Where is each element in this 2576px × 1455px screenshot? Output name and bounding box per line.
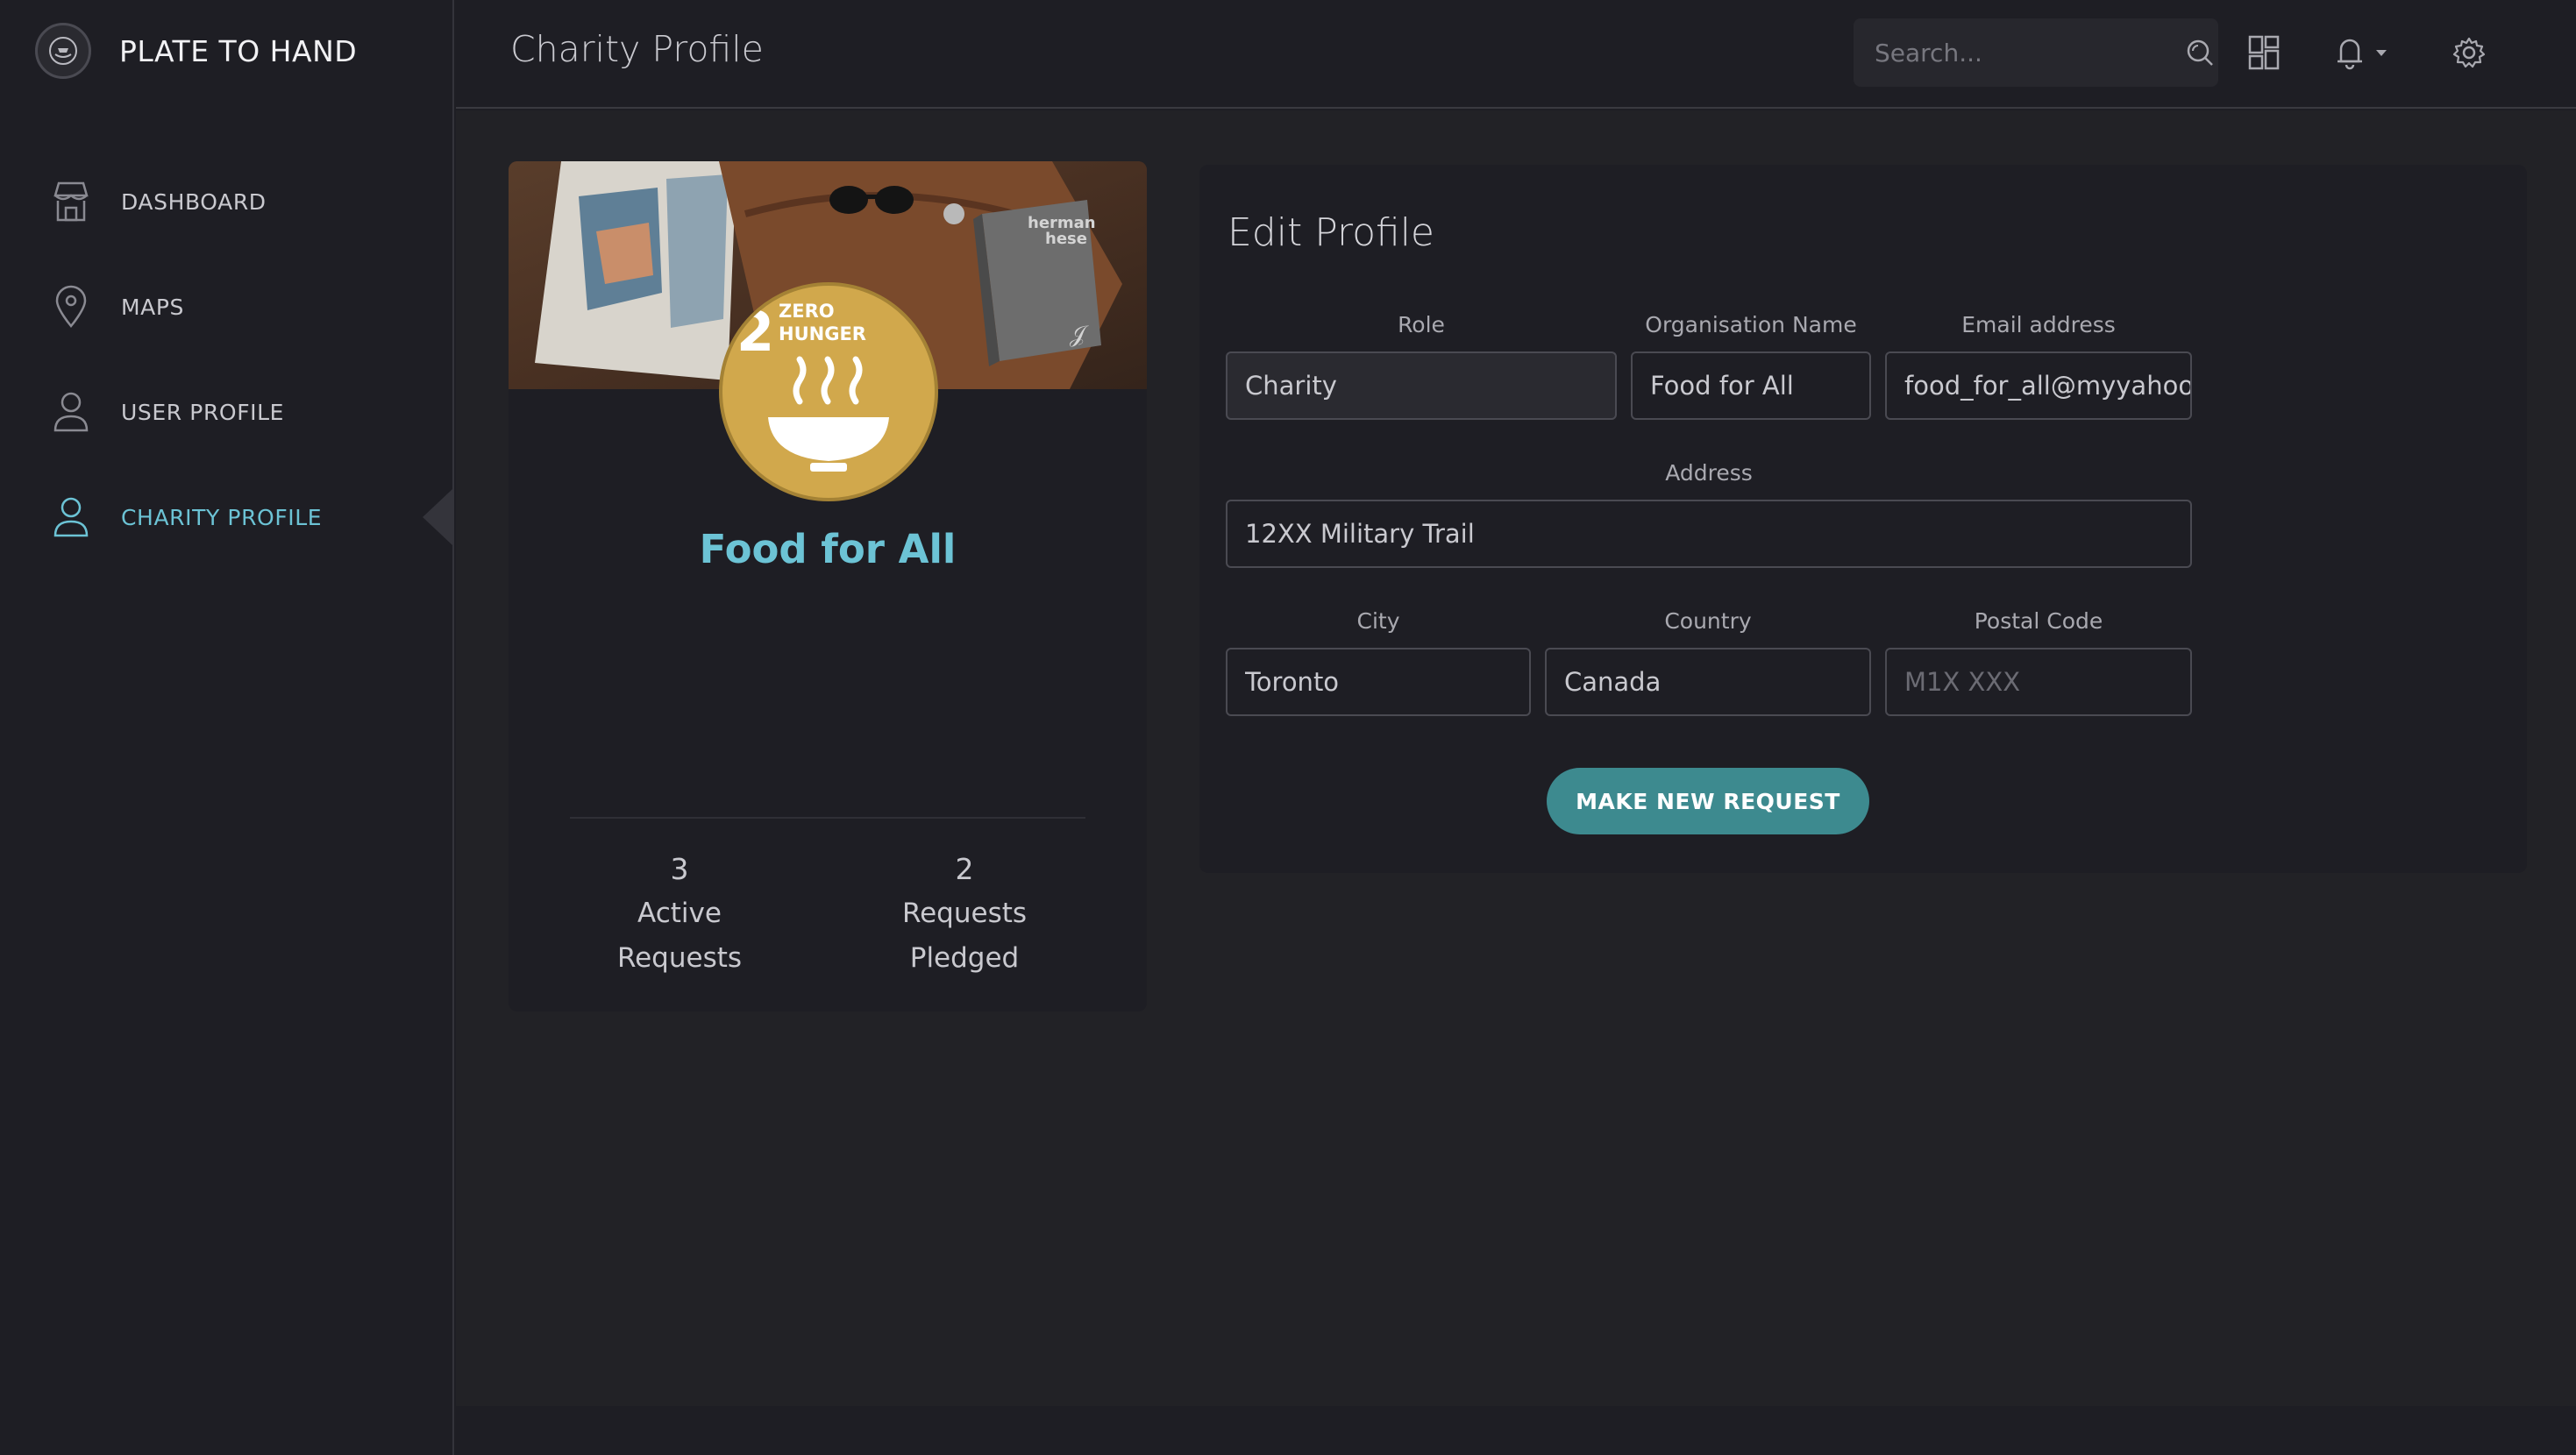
city-field[interactable] bbox=[1226, 648, 1531, 716]
cover-book-text: hese bbox=[1045, 230, 1087, 248]
edit-profile-card: Edit Profile Role Organisation Name Emai… bbox=[1199, 165, 2527, 873]
user-icon bbox=[49, 387, 93, 436]
role-label: Role bbox=[1398, 312, 1445, 337]
sidebar-item-user-profile[interactable]: USER PROFILE bbox=[0, 359, 452, 465]
address-field[interactable] bbox=[1226, 500, 2192, 568]
stat-value: 2 bbox=[955, 852, 974, 886]
stat-active-requests: 3 Active Requests bbox=[574, 847, 785, 981]
country-label: Country bbox=[1664, 608, 1752, 634]
stat-label: Requests bbox=[901, 898, 1028, 929]
email-field[interactable] bbox=[1885, 351, 2192, 420]
make-new-request-button[interactable]: MAKE NEW REQUEST bbox=[1547, 768, 1869, 834]
main-content: herman hese 𝒥 2 ZERO HUNGER Food for All bbox=[456, 110, 2576, 1406]
sidebar-item-maps[interactable]: MAPS bbox=[0, 254, 452, 359]
divider bbox=[570, 817, 1085, 819]
charity-name: Food for All bbox=[699, 526, 957, 572]
role-field[interactable] bbox=[1226, 351, 1617, 420]
footer bbox=[456, 1406, 2576, 1455]
sdg-label: ZERO bbox=[779, 301, 835, 322]
postal-code-field[interactable] bbox=[1885, 648, 2192, 716]
map-pin-icon bbox=[49, 282, 93, 331]
user-icon bbox=[49, 493, 93, 542]
gear-icon[interactable] bbox=[2446, 30, 2492, 75]
sidebar: PLATE TO HAND DASHBOARD MAPS USER PROFIL… bbox=[0, 0, 454, 1455]
sidebar-item-label: DASHBOARD bbox=[121, 188, 267, 215]
topbar: Charity Profile bbox=[456, 0, 2576, 109]
organisation-name-label: Organisation Name bbox=[1645, 312, 1857, 337]
sidebar-item-label: USER PROFILE bbox=[121, 399, 285, 425]
stat-label: Requests bbox=[616, 942, 743, 974]
stat-value: 3 bbox=[670, 852, 689, 886]
charity-avatar: 2 ZERO HUNGER bbox=[719, 282, 938, 501]
stat-label: Active bbox=[637, 898, 722, 929]
city-label: City bbox=[1356, 608, 1400, 634]
search-input[interactable] bbox=[1854, 18, 2181, 87]
country-field[interactable] bbox=[1545, 648, 1871, 716]
store-icon bbox=[49, 177, 93, 226]
food-bowl-icon bbox=[768, 356, 889, 472]
active-indicator bbox=[423, 489, 452, 545]
profile-card: herman hese 𝒥 2 ZERO HUNGER Food for All bbox=[509, 161, 1147, 1011]
dashboard-grid-icon[interactable] bbox=[2241, 30, 2287, 75]
address-label: Address bbox=[1665, 460, 1753, 486]
sidebar-item-label: CHARITY PROFILE bbox=[121, 504, 323, 530]
notifications-dropdown[interactable] bbox=[2332, 30, 2394, 75]
edit-profile-title: Edit Profile bbox=[1228, 210, 1435, 255]
sidebar-item-charity-profile[interactable]: CHARITY PROFILE bbox=[0, 465, 452, 570]
page-title: Charity Profile bbox=[510, 28, 764, 70]
stat-label: Pledged bbox=[909, 942, 1020, 974]
sidebar-item-dashboard[interactable]: DASHBOARD bbox=[0, 149, 452, 254]
search-icon[interactable] bbox=[2181, 18, 2218, 87]
brand-title: PLATE TO HAND bbox=[119, 33, 358, 68]
search-box bbox=[1854, 18, 2218, 87]
sidebar-nav: DASHBOARD MAPS USER PROFILE CHARITY PROF… bbox=[0, 149, 452, 570]
stat-requests-pledged: 2 Requests Pledged bbox=[859, 847, 1070, 981]
sdg-label: HUNGER bbox=[779, 323, 866, 344]
brand[interactable]: PLATE TO HAND bbox=[35, 23, 357, 79]
postal-code-label: Postal Code bbox=[1974, 608, 2103, 634]
email-label: Email address bbox=[1961, 312, 2116, 337]
sidebar-item-label: MAPS bbox=[121, 294, 185, 320]
brand-logo-icon bbox=[35, 23, 91, 79]
organisation-name-field[interactable] bbox=[1631, 351, 1871, 420]
